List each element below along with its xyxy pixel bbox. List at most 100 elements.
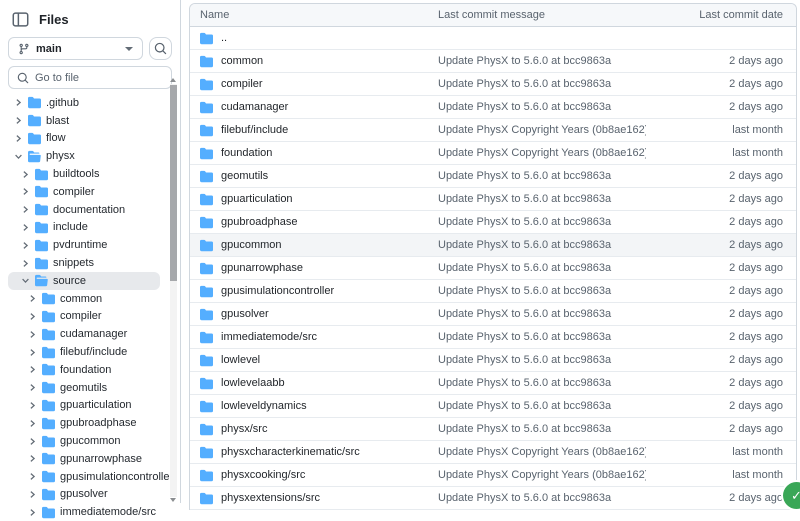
file-name-link[interactable]: common xyxy=(221,55,263,67)
table-row[interactable]: physxcooking/src Update PhysX Copyright … xyxy=(190,464,796,487)
tree-item[interactable]: gpucommon xyxy=(8,432,160,450)
chevron-icon[interactable] xyxy=(28,454,37,463)
chevron-icon[interactable] xyxy=(21,259,30,268)
commit-date[interactable]: 2 days ago xyxy=(646,170,796,182)
file-name-link[interactable]: physxcharacterkinematic/src xyxy=(221,446,360,458)
tree-item[interactable]: documentation xyxy=(8,201,160,219)
chevron-icon[interactable] xyxy=(28,383,37,392)
file-name-link[interactable]: immediatemode/src xyxy=(221,331,317,343)
commit-message-link[interactable]: Update PhysX to 5.6.0 at bcc9863a xyxy=(438,78,611,90)
tree-item[interactable]: foundation xyxy=(8,361,160,379)
tree-item[interactable]: gpuarticulation xyxy=(8,397,160,415)
table-row[interactable]: gpusimulationcontroller Update PhysX to … xyxy=(190,280,796,303)
table-row[interactable]: gpunarrowphase Update PhysX to 5.6.0 at … xyxy=(190,257,796,280)
file-name-link[interactable]: gpunarrowphase xyxy=(221,262,303,274)
table-row[interactable]: physxcharacterkinematic/src Update PhysX… xyxy=(190,441,796,464)
commit-date[interactable]: 2 days ago xyxy=(646,400,796,412)
tree-item[interactable]: gpubroadphase xyxy=(8,414,160,432)
go-to-file-input[interactable] xyxy=(35,72,163,84)
tree-item[interactable]: source xyxy=(8,272,160,290)
commit-date[interactable]: 2 days ago xyxy=(646,193,796,205)
tree-item[interactable]: flow xyxy=(8,130,160,148)
file-name-link[interactable]: physx/src xyxy=(221,423,267,435)
file-name-link[interactable]: foundation xyxy=(221,147,272,159)
commit-message-link[interactable]: Update PhysX Copyright Years (0b8ae162) xyxy=(438,446,646,458)
commit-date[interactable]: 2 days ago xyxy=(646,377,796,389)
chevron-icon[interactable] xyxy=(21,170,30,179)
table-row[interactable]: lowleveldynamics Update PhysX to 5.6.0 a… xyxy=(190,395,796,418)
commit-date[interactable]: 2 days ago xyxy=(646,331,796,343)
table-row[interactable]: .. xyxy=(190,27,796,50)
commit-message-link[interactable]: Update PhysX to 5.6.0 at bcc9863a xyxy=(438,377,611,389)
table-row[interactable]: gpucommon Update PhysX to 5.6.0 at bcc98… xyxy=(190,234,796,257)
tree-item[interactable]: common xyxy=(8,290,160,308)
file-name-link[interactable]: .. xyxy=(221,32,227,44)
chevron-icon[interactable] xyxy=(28,437,37,446)
table-row[interactable]: geomutils Update PhysX to 5.6.0 at bcc98… xyxy=(190,165,796,188)
commit-message-link[interactable]: Update PhysX to 5.6.0 at bcc9863a xyxy=(438,354,611,366)
table-row[interactable]: cudamanager Update PhysX to 5.6.0 at bcc… xyxy=(190,96,796,119)
commit-message-link[interactable]: Update PhysX to 5.6.0 at bcc9863a xyxy=(438,170,611,182)
commit-message-link[interactable]: Update PhysX Copyright Years (0b8ae162) xyxy=(438,469,646,481)
commit-date[interactable]: 2 days ago xyxy=(646,285,796,297)
tree-item[interactable]: .github xyxy=(8,94,160,112)
chevron-icon[interactable] xyxy=(28,401,37,410)
tree-item[interactable]: include xyxy=(8,219,160,237)
commit-message-link[interactable]: Update PhysX Copyright Years (0b8ae162) xyxy=(438,147,646,159)
tree-item[interactable]: pvdruntime xyxy=(8,236,160,254)
table-row[interactable]: physxextensions/src Update PhysX to 5.6.… xyxy=(190,487,796,510)
chevron-icon[interactable] xyxy=(28,472,37,481)
commit-message-link[interactable]: Update PhysX to 5.6.0 at bcc9863a xyxy=(438,239,611,251)
chevron-icon[interactable] xyxy=(28,330,37,339)
tree-item[interactable]: physx xyxy=(8,147,160,165)
chevron-icon[interactable] xyxy=(14,98,23,107)
commit-message-link[interactable]: Update PhysX to 5.6.0 at bcc9863a xyxy=(438,101,611,113)
file-name-link[interactable]: physxextensions/src xyxy=(221,492,320,504)
table-row[interactable]: common Update PhysX to 5.6.0 at bcc9863a… xyxy=(190,50,796,73)
tree-item[interactable]: compiler xyxy=(8,183,160,201)
branch-selector[interactable]: main xyxy=(8,37,143,60)
table-row[interactable]: lowlevel Update PhysX to 5.6.0 at bcc986… xyxy=(190,349,796,372)
table-row[interactable]: compiler Update PhysX to 5.6.0 at bcc986… xyxy=(190,73,796,96)
file-name-link[interactable]: gpucommon xyxy=(221,239,282,251)
tree-item[interactable]: gpusolver xyxy=(8,486,160,504)
file-name-link[interactable]: filebuf/include xyxy=(221,124,288,136)
file-name-link[interactable]: gpusolver xyxy=(221,308,269,320)
commit-message-link[interactable]: Update PhysX to 5.6.0 at bcc9863a xyxy=(438,423,611,435)
search-button[interactable] xyxy=(149,37,172,60)
commit-date[interactable]: 2 days ago xyxy=(646,492,796,504)
chevron-icon[interactable] xyxy=(28,419,37,428)
commit-date[interactable]: 2 days ago xyxy=(646,78,796,90)
commit-message-link[interactable]: Update PhysX to 5.6.0 at bcc9863a xyxy=(438,331,611,343)
file-name-link[interactable]: lowleveldynamics xyxy=(221,400,307,412)
commit-date[interactable]: last month xyxy=(646,147,796,159)
sidebar-scrollbar[interactable] xyxy=(170,84,177,497)
tree-item[interactable]: immediatemode/src xyxy=(8,503,160,521)
file-name-link[interactable]: compiler xyxy=(221,78,263,90)
commit-message-link[interactable]: Update PhysX to 5.6.0 at bcc9863a xyxy=(438,400,611,412)
commit-message-link[interactable]: Update PhysX to 5.6.0 at bcc9863a xyxy=(438,308,611,320)
tree-item[interactable]: gpunarrowphase xyxy=(8,450,160,468)
file-name-link[interactable]: physxcooking/src xyxy=(221,469,305,481)
chevron-icon[interactable] xyxy=(14,116,23,125)
scrollbar-thumb[interactable] xyxy=(170,85,177,281)
file-name-link[interactable]: cudamanager xyxy=(221,101,288,113)
tree-item[interactable]: filebuf/include xyxy=(8,343,160,361)
chevron-icon[interactable] xyxy=(21,187,30,196)
table-row[interactable]: gpuarticulation Update PhysX to 5.6.0 at… xyxy=(190,188,796,211)
chevron-icon[interactable] xyxy=(21,205,30,214)
chevron-icon[interactable] xyxy=(28,365,37,374)
file-name-link[interactable]: gpuarticulation xyxy=(221,193,293,205)
table-row[interactable]: gpubroadphase Update PhysX to 5.6.0 at b… xyxy=(190,211,796,234)
commit-date[interactable]: 2 days ago xyxy=(646,55,796,67)
commit-date[interactable]: 2 days ago xyxy=(646,354,796,366)
table-row[interactable]: foundation Update PhysX Copyright Years … xyxy=(190,142,796,165)
chevron-icon[interactable] xyxy=(28,490,37,499)
scrollbar-up-arrow-icon[interactable] xyxy=(170,78,176,82)
tree-item[interactable]: compiler xyxy=(8,308,160,326)
chevron-icon[interactable] xyxy=(28,348,37,357)
commit-message-link[interactable]: Update PhysX to 5.6.0 at bcc9863a xyxy=(438,216,611,228)
table-row[interactable]: physx/src Update PhysX to 5.6.0 at bcc98… xyxy=(190,418,796,441)
chevron-icon[interactable] xyxy=(14,152,23,161)
commit-date[interactable]: 2 days ago xyxy=(646,239,796,251)
